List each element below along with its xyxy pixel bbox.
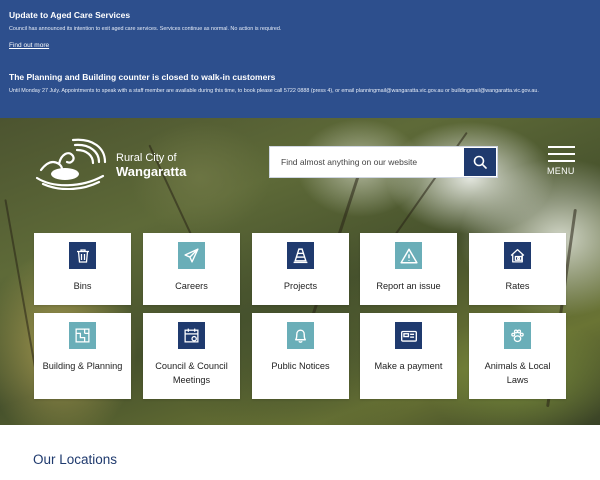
tile-report-issue[interactable]: Report an issue xyxy=(360,233,457,305)
tile-label: Report an issue xyxy=(376,281,441,291)
hamburger-icon xyxy=(548,160,575,162)
traffic-cone-icon xyxy=(293,248,308,264)
hamburger-icon xyxy=(548,153,575,155)
tile-bins[interactable]: Bins xyxy=(34,233,131,305)
tile-label: Projects xyxy=(283,281,318,291)
bin-icon xyxy=(76,248,89,263)
find-out-more-link[interactable]: Find out more xyxy=(9,42,49,49)
aged-care-alert-title: Update to Aged Care Services xyxy=(9,10,131,20)
blueprint-icon-box xyxy=(69,322,96,349)
site-search xyxy=(269,146,498,178)
planning-alert-body: Until Monday 27 July. Appointments to sp… xyxy=(9,88,539,94)
tile-label: Rates xyxy=(505,281,530,291)
warning-icon xyxy=(399,248,418,263)
house-dollar-icon xyxy=(510,249,525,263)
swan-logo-icon xyxy=(35,138,107,191)
tile-label: Public Notices xyxy=(271,361,330,371)
bell-icon-box xyxy=(287,322,314,349)
our-locations-heading: Our Locations xyxy=(33,452,118,467)
tile-building-planning[interactable]: Building & Planning xyxy=(34,313,131,399)
menu-button[interactable]: MENU xyxy=(544,146,580,178)
tile-make-payment[interactable]: Make a payment xyxy=(360,313,457,399)
warning-icon-box xyxy=(395,242,422,269)
blueprint-icon xyxy=(75,328,90,343)
hamburger-icon xyxy=(548,146,575,148)
search-button[interactable] xyxy=(464,148,496,176)
paw-icon-box xyxy=(504,322,531,349)
search-input[interactable] xyxy=(270,147,464,177)
tile-council-meetings[interactable]: Council & Council Meetings xyxy=(143,313,240,399)
bin-icon-box xyxy=(69,242,96,269)
plane-icon-box xyxy=(178,242,205,269)
house-dollar-icon-box xyxy=(504,242,531,269)
alert-banners: Update to Aged Care Services Council has… xyxy=(0,0,600,118)
tile-careers[interactable]: Careers xyxy=(143,233,240,305)
tile-label: Careers xyxy=(175,281,208,291)
paw-icon xyxy=(511,329,524,343)
menu-label: MENU xyxy=(547,166,575,176)
hero-section: Rural City of Wangaratta MENU xyxy=(0,118,600,425)
calendar-icon xyxy=(184,328,199,343)
logo-text-wangaratta: Wangaratta xyxy=(116,164,187,179)
tile-label: Animals & Local Laws xyxy=(484,361,551,385)
traffic-cone-icon-box xyxy=(287,242,314,269)
logo-text-rural-city: Rural City of xyxy=(116,152,177,164)
tile-label: Make a payment xyxy=(374,361,443,371)
tile-animals-local-laws[interactable]: Animals & Local Laws xyxy=(469,313,566,399)
search-icon xyxy=(473,155,487,169)
planning-alert-title: The Planning and Building counter is clo… xyxy=(9,72,276,82)
aged-care-alert-body: Council has announced its intention to e… xyxy=(9,26,282,32)
tile-rates[interactable]: Rates xyxy=(469,233,566,305)
tile-public-notices[interactable]: Public Notices xyxy=(252,313,349,399)
bell-icon xyxy=(295,329,306,343)
tile-label: Building & Planning xyxy=(42,361,123,371)
calendar-icon-box xyxy=(178,322,205,349)
council-logo[interactable]: Rural City of Wangaratta xyxy=(33,134,203,192)
tile-projects[interactable]: Projects xyxy=(252,233,349,305)
background-branch xyxy=(4,199,38,377)
tile-label: Bins xyxy=(73,281,92,291)
plane-icon xyxy=(184,248,199,263)
card-reader-icon xyxy=(400,330,417,342)
tile-label: Council & Council Meetings xyxy=(155,361,228,385)
card-reader-icon-box xyxy=(395,322,422,349)
